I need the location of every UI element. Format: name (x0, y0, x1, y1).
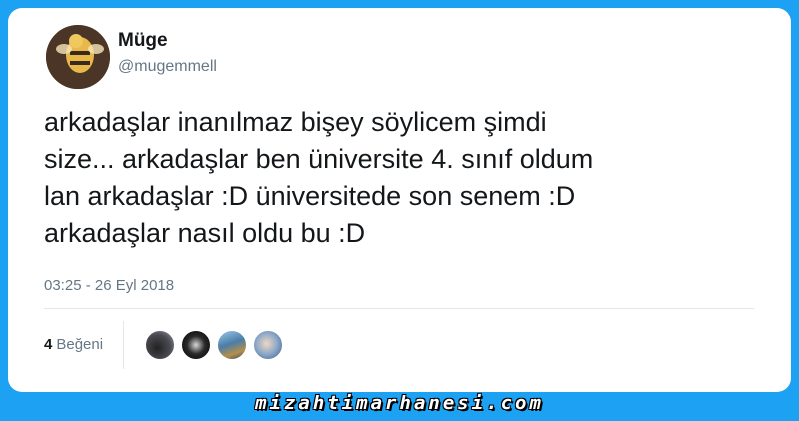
likes-count: 4 (44, 336, 53, 353)
avatar-image (46, 25, 110, 89)
site-watermark: mizahtimarhanesi.com (255, 392, 544, 414)
tweet-card: Müge @mugemmell arkadaşlar inanılmaz biş… (8, 8, 791, 392)
likes-stat[interactable]: 4 Beğeni (44, 336, 103, 353)
likes-label: Beğeni (56, 336, 104, 353)
profile-avatar[interactable] (46, 25, 110, 89)
user-handle[interactable]: @mugemmell (118, 58, 217, 76)
divider (44, 308, 754, 309)
tweet-timestamp[interactable]: 03:25 - 26 Eyl 2018 (44, 277, 174, 294)
liker-avatar[interactable] (181, 330, 211, 360)
liker-avatar[interactable] (145, 330, 175, 360)
display-name[interactable]: Müge (118, 30, 168, 52)
tweet-text: arkadaşlar inanılmaz bişey söylicem şimd… (44, 107, 594, 248)
liker-avatar[interactable] (253, 330, 283, 360)
liker-avatars (145, 330, 283, 360)
liker-avatar[interactable] (217, 330, 247, 360)
stat-separator (123, 321, 124, 369)
